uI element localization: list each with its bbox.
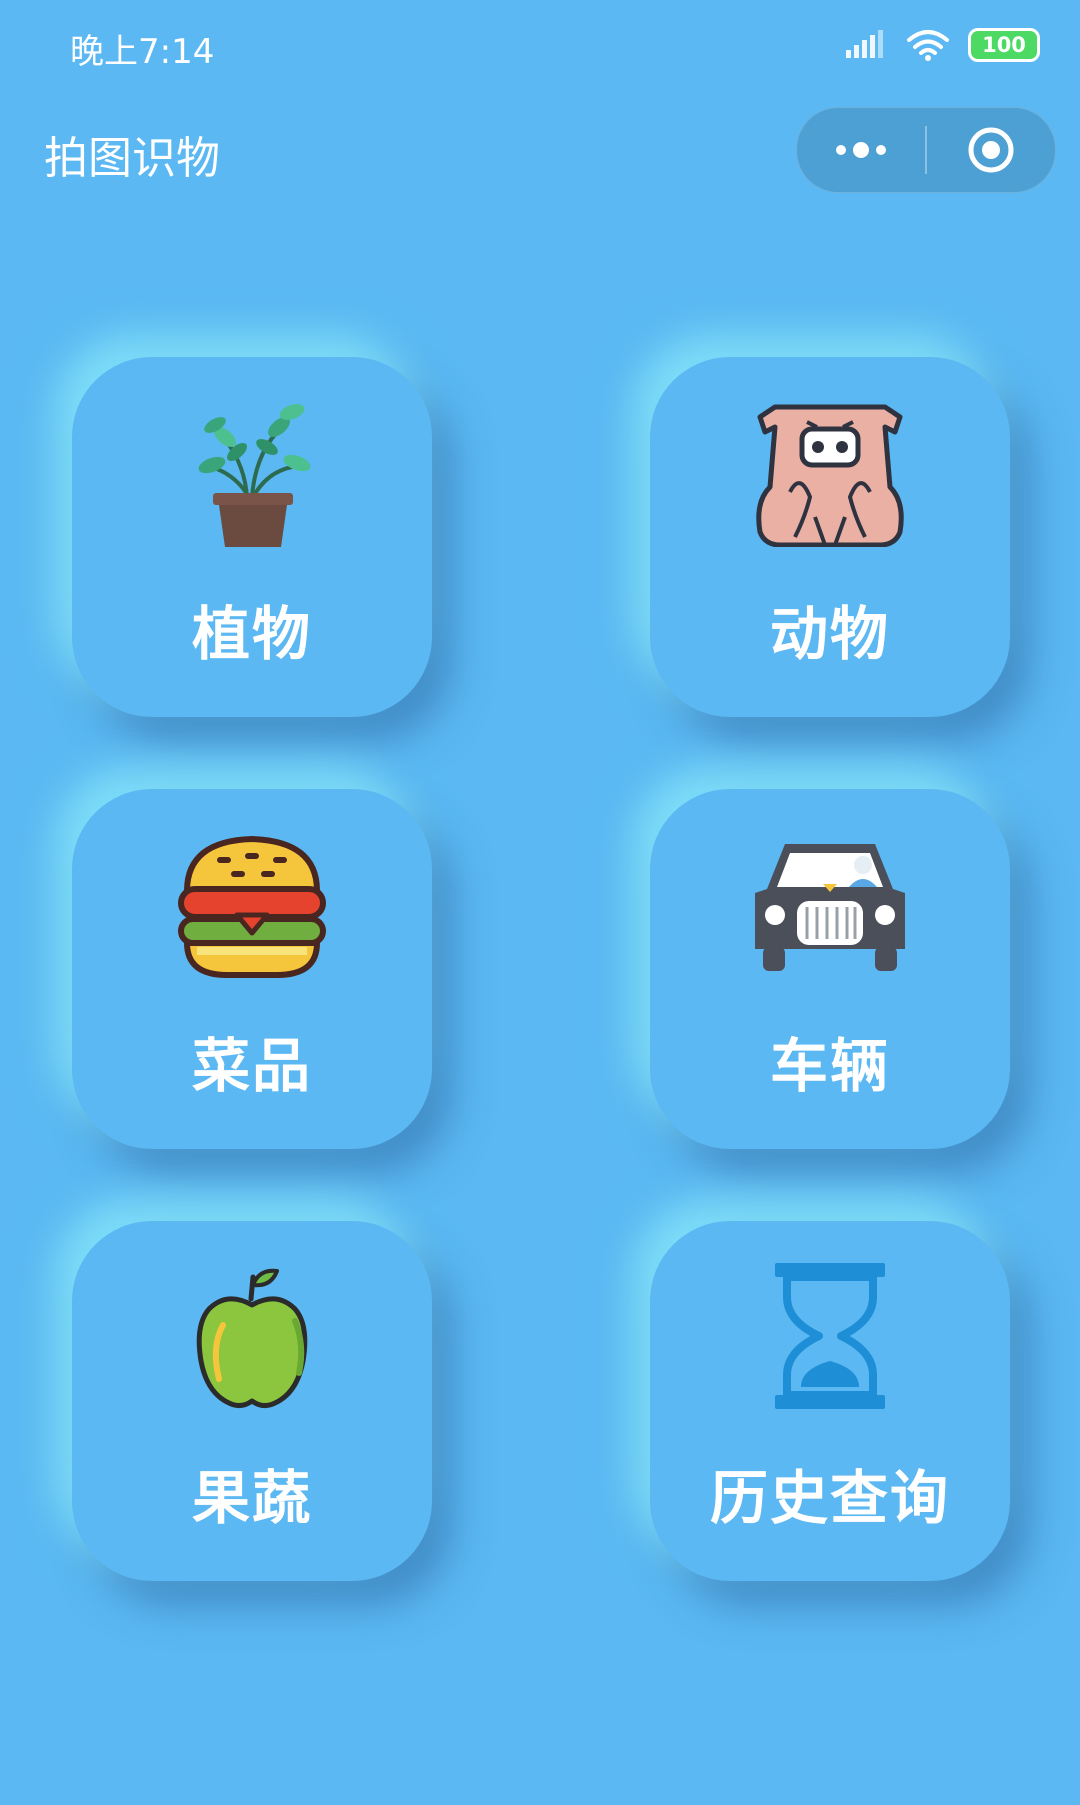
- burger-icon: [178, 836, 326, 978]
- card-history[interactable]: 历史查询: [650, 1221, 1010, 1581]
- pig-icon: [756, 404, 904, 547]
- card-label: 果蔬: [191, 1464, 312, 1532]
- card-dish[interactable]: 菜品: [72, 789, 432, 1149]
- category-grid: 植物 动物 菜品 车辆 果蔬 历史查询: [0, 0, 1080, 1805]
- potted-plant-icon: [198, 404, 311, 547]
- card-label: 植物: [191, 600, 312, 668]
- card-animal[interactable]: 动物: [650, 357, 1010, 717]
- card-label: 车辆: [769, 1032, 890, 1100]
- card-label: 动物: [769, 600, 890, 668]
- apple-icon: [196, 1268, 308, 1409]
- card-label: 历史查询: [709, 1464, 950, 1532]
- card-vehicle[interactable]: 车辆: [650, 789, 1010, 1149]
- car-icon: [755, 844, 905, 971]
- card-fruit-veg[interactable]: 果蔬: [72, 1221, 432, 1581]
- card-label: 菜品: [191, 1032, 312, 1100]
- card-plant[interactable]: 植物: [72, 357, 432, 717]
- hourglass-icon: [775, 1263, 885, 1409]
